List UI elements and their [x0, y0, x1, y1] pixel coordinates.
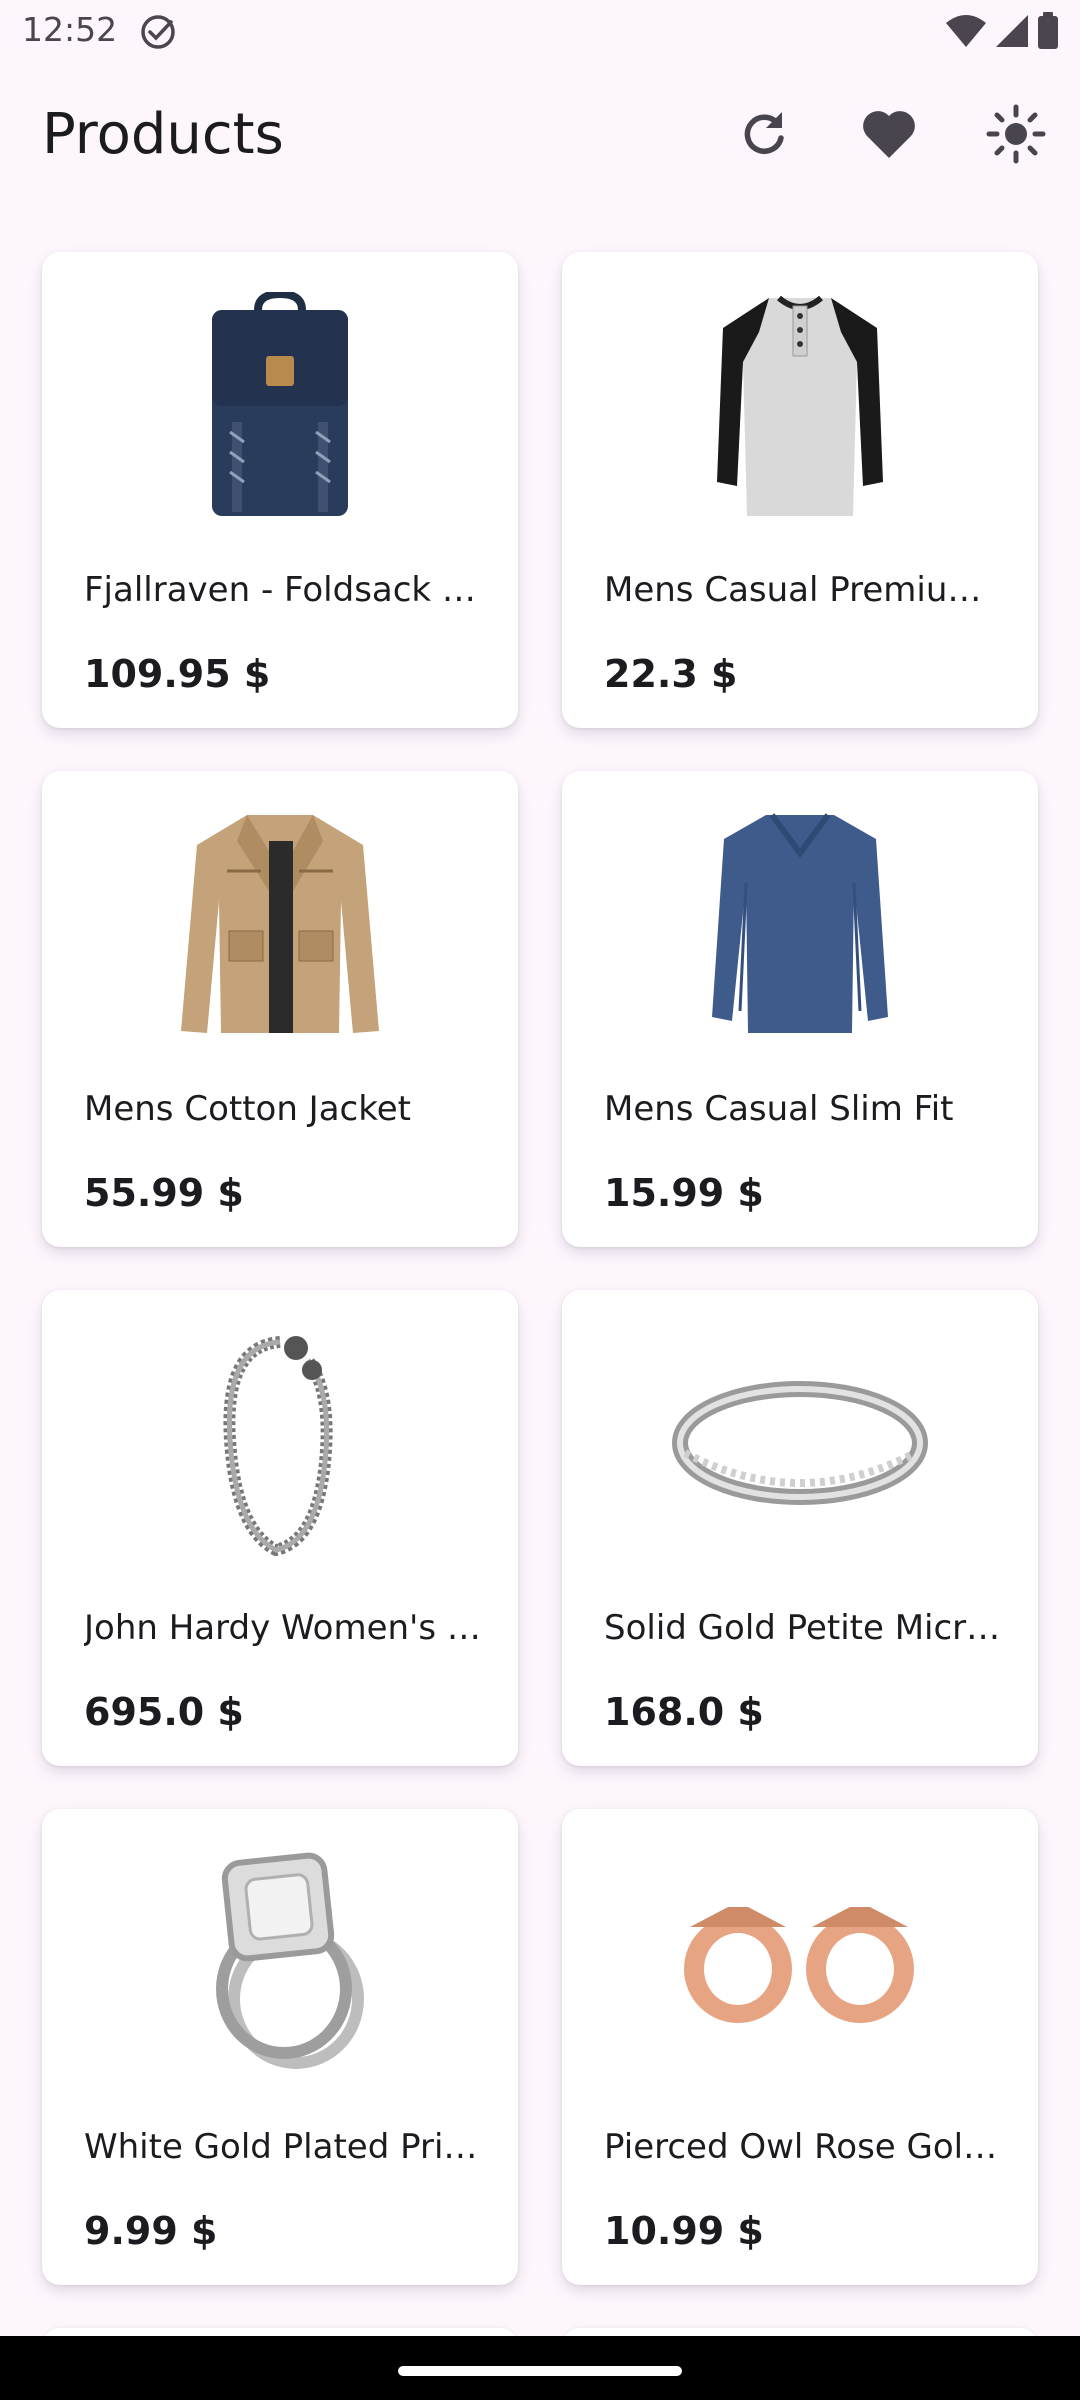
product-card[interactable]: Fjallraven - Foldsack … 109.95 $	[42, 252, 518, 728]
product-image	[160, 1851, 400, 2077]
refresh-icon	[738, 108, 790, 165]
product-image	[160, 813, 400, 1039]
refresh-button[interactable]	[730, 102, 798, 170]
page-title: Products	[42, 102, 284, 167]
home-gesture-handle[interactable]	[398, 2366, 682, 2376]
sun-icon	[986, 104, 1046, 169]
product-image	[672, 1332, 928, 1558]
wifi-icon	[944, 13, 988, 54]
product-price: 695.0 $	[84, 1690, 244, 1734]
product-title: John Hardy Women's …	[84, 1608, 481, 1648]
product-price: 22.3 $	[604, 652, 738, 696]
product-card[interactable]: Mens Casual Slim Fit 15.99 $	[562, 771, 1038, 1247]
product-title: Solid Gold Petite Micr…	[604, 1608, 1001, 1648]
system-nav-bar	[0, 2336, 1080, 2400]
heart-icon	[860, 108, 918, 165]
jacket-image-icon	[177, 811, 383, 1042]
status-bar: 12:52	[0, 0, 1080, 64]
product-title: White Gold Plated Pri…	[84, 2127, 478, 2167]
product-title: Mens Casual Slim Fit	[604, 1089, 954, 1129]
product-price: 109.95 $	[84, 652, 271, 696]
check-circle-icon	[138, 12, 178, 52]
product-title: Pierced Owl Rose Gol…	[604, 2127, 998, 2167]
product-card[interactable]: White Gold Plated Pri… 9.99 $	[42, 1809, 518, 2285]
product-price: 55.99 $	[84, 1171, 244, 1215]
product-price: 15.99 $	[604, 1171, 764, 1215]
theme-toggle-button[interactable]	[982, 102, 1050, 170]
product-price: 168.0 $	[604, 1690, 764, 1734]
product-grid: Fjallraven - Foldsack … 109.95 $ Mens Ca…	[42, 252, 1038, 2285]
product-image	[680, 1851, 920, 2077]
product-card[interactable]: Solid Gold Petite Micr… 168.0 $	[562, 1290, 1038, 1766]
engagement-ring-image-icon	[184, 1849, 376, 2080]
signal-icon	[994, 13, 1030, 54]
status-icons	[944, 12, 1060, 55]
product-card[interactable]: Pierced Owl Rose Gol… 10.99 $	[562, 1809, 1038, 2285]
backpack-image-icon	[200, 289, 360, 523]
ring-band-image-icon	[669, 1373, 931, 1518]
product-card[interactable]: Mens Casual Premiu… 22.3 $	[562, 252, 1038, 728]
ear-tunnels-image-icon	[668, 1887, 932, 2042]
product-image	[680, 811, 920, 1042]
favorites-button[interactable]	[855, 102, 923, 170]
product-card[interactable]: John Hardy Women's … 695.0 $	[42, 1290, 518, 1766]
product-price: 9.99 $	[84, 2209, 218, 2253]
app-bar: Products	[0, 80, 1080, 190]
product-image	[680, 294, 920, 520]
product-card[interactable]: Mens Cotton Jacket 55.99 $	[42, 771, 518, 1247]
product-title: Fjallraven - Foldsack …	[84, 570, 476, 610]
product-title: Mens Casual Premiu…	[604, 570, 982, 610]
battery-icon	[1036, 12, 1060, 55]
product-image	[160, 289, 400, 523]
status-time: 12:52	[22, 10, 118, 49]
product-price: 10.99 $	[604, 2209, 764, 2253]
product-image	[160, 1332, 400, 1558]
bracelet-image-icon	[210, 1330, 350, 1561]
product-title: Mens Cotton Jacket	[84, 1089, 411, 1129]
raglan-shirt-image-icon	[713, 292, 887, 523]
long-sleeve-shirt-image-icon	[710, 811, 890, 1042]
